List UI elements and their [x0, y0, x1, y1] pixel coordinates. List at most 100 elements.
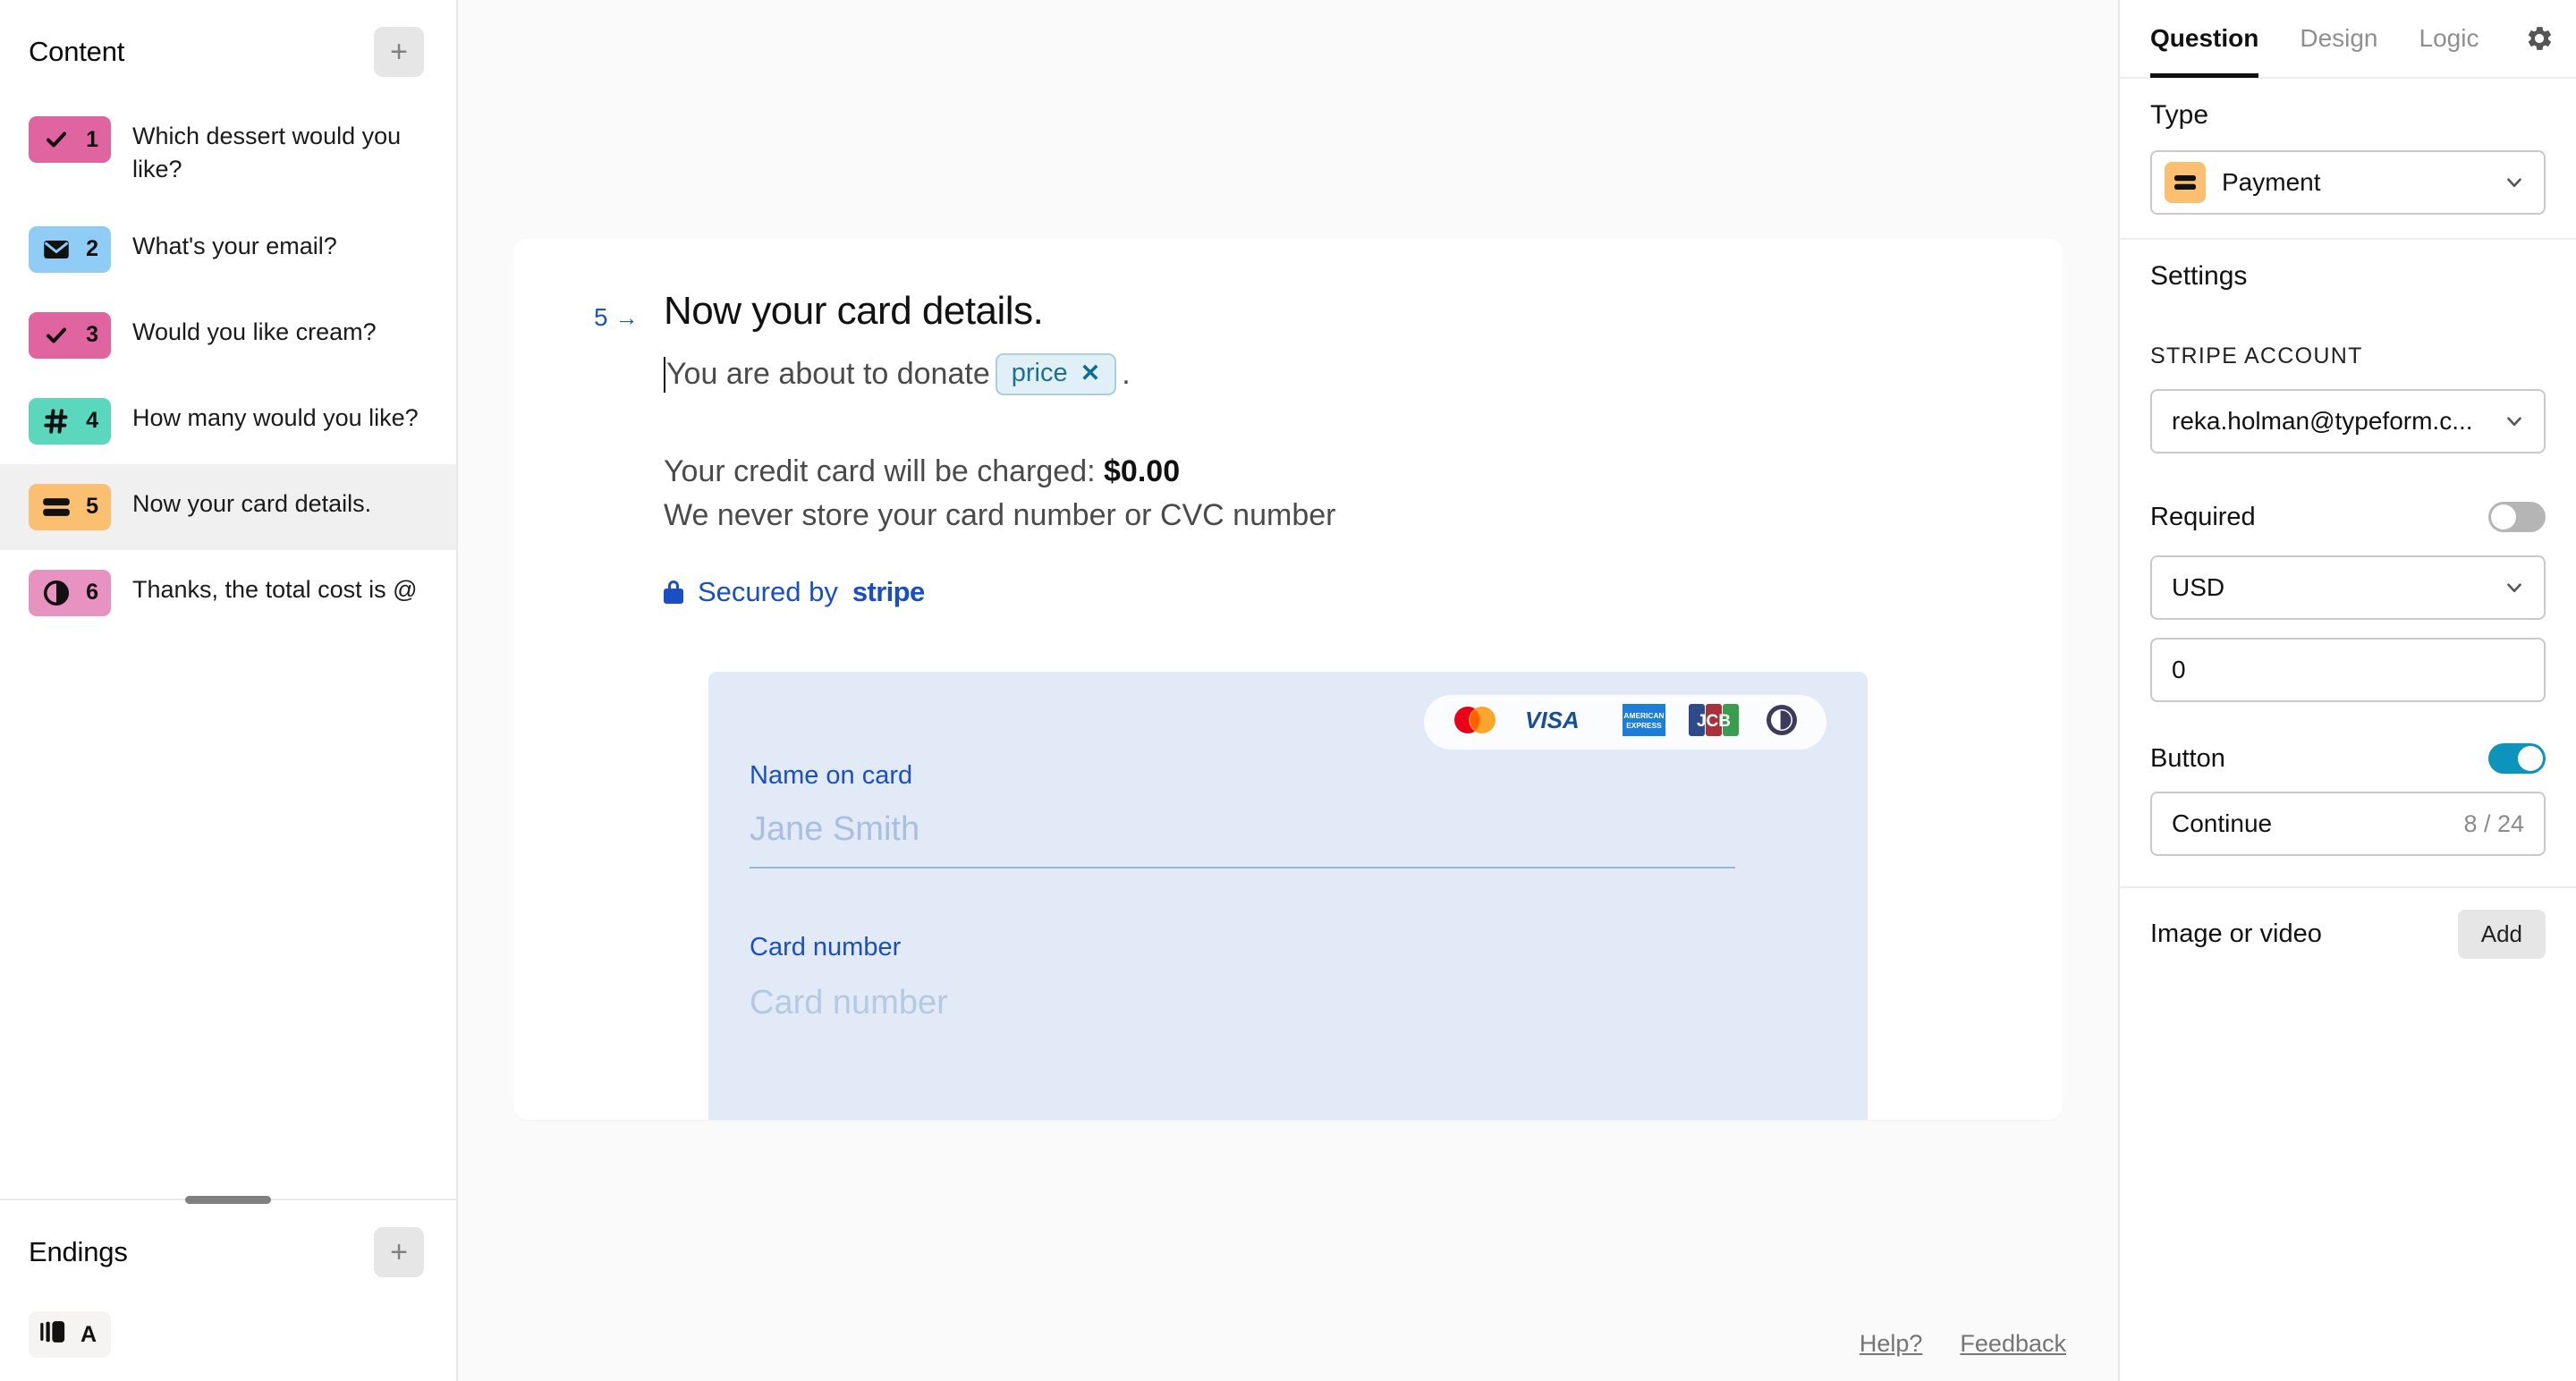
content-title: Content [29, 36, 125, 67]
stripe-payment-form: VISA AMERICAN EXPRESS JCB Name on card Ja… [708, 672, 1868, 1120]
question-badge: 1 [29, 116, 111, 163]
question-number: 2 [86, 236, 98, 261]
question-number: 3 [86, 322, 98, 347]
amount-input[interactable]: 0 [2150, 638, 2546, 702]
resize-handle[interactable] [185, 1196, 271, 1204]
secured-by-stripe: Secured by stripe [664, 576, 2063, 608]
button-text-input[interactable]: Continue 8 / 24 [2150, 792, 2546, 856]
add-ending-button[interactable]: + [374, 1227, 424, 1277]
left-sidebar: Content + 1 Which dessert would you like… [0, 0, 458, 1381]
question-number: 1 [86, 126, 98, 152]
stripe-logo: stripe [852, 576, 925, 607]
required-toggle[interactable] [2488, 502, 2546, 532]
question-type-value: Payment [2222, 168, 2321, 196]
image-or-video-row: Image or video Add [2120, 901, 2576, 967]
card-number-label: Card number [750, 933, 902, 962]
question-item-4[interactable]: 4 How many would you like? [0, 378, 456, 464]
button-text-value: Continue [2172, 809, 2273, 837]
mastercard-logo [1449, 704, 1501, 741]
question-label: How many would you like? [132, 403, 419, 431]
question-item-1[interactable]: 1 Which dessert would you like? [0, 97, 456, 207]
settings-section: Settings [2120, 240, 2576, 311]
question-badge: 4 [29, 397, 111, 445]
question-label: What's your email? [132, 232, 337, 259]
canvas-footer: Help? Feedback [1860, 1330, 2066, 1358]
type-section: Type Payment [2120, 79, 2576, 215]
stripe-account-value: reka.holman@typeform.c... [2172, 407, 2473, 435]
form-preview-canvas: 5 → Now your card details. You are about… [458, 0, 2118, 1381]
stripe-account-select[interactable]: reka.holman@typeform.c... [2150, 389, 2546, 453]
svg-text:VISA: VISA [1525, 707, 1580, 733]
tab-logic[interactable]: Logic [2419, 1, 2479, 76]
question-label: Would you like cream? [132, 318, 377, 345]
ending-label: A [80, 1321, 97, 1347]
help-link[interactable]: Help? [1860, 1330, 1923, 1358]
question-label: Which dessert would you like? [132, 123, 402, 183]
settings-heading: Settings [2150, 261, 2248, 291]
type-heading: Type [2150, 100, 2209, 130]
charge-line: Your credit card will be charged: $0.00 [664, 454, 2063, 489]
panel-tabs: Question Design Logic [2120, 0, 2576, 79]
name-on-card-input[interactable]: Jane Smith [750, 810, 1735, 868]
accepted-cards-row: VISA AMERICAN EXPRESS JCB [1424, 695, 1826, 750]
section-divider-2 [2120, 886, 2576, 888]
plus-icon: + [390, 1235, 408, 1269]
hash-icon [39, 408, 73, 434]
close-icon[interactable]: ✕ [1080, 360, 1101, 387]
button-label: Button [2150, 743, 2225, 773]
gear-icon[interactable] [2524, 23, 2555, 54]
question-item-5[interactable]: 5 Now your card details. [0, 463, 456, 550]
tab-design[interactable]: Design [2300, 1, 2377, 76]
tab-question[interactable]: Question [2150, 1, 2259, 78]
stripe-account-heading: STRIPE ACCOUNT [2150, 343, 2363, 369]
question-title[interactable]: Now your card details. [664, 289, 1044, 334]
question-badge: 5 [29, 483, 111, 530]
charge-amount: $0.00 [1104, 454, 1181, 488]
image-or-video-label: Image or video [2150, 919, 2322, 948]
question-item-6[interactable]: 6 Thanks, the total cost is @ [0, 550, 456, 636]
question-index: 5 → [594, 289, 664, 332]
svg-text:AMERICAN: AMERICAN [1623, 711, 1664, 720]
question-item-2[interactable]: 2 What's your email? [0, 207, 456, 292]
recall-variable-pill[interactable]: price ✕ [995, 353, 1117, 395]
ending-item-a[interactable]: A [0, 1297, 456, 1372]
question-label: Now your card details. [132, 489, 372, 517]
question-badge: 2 [29, 225, 111, 273]
currency-value: USD [2172, 573, 2225, 601]
charge-label: Your credit card will be charged: [664, 454, 1096, 488]
secured-prefix: Secured by [698, 576, 838, 607]
stripe-account-section: STRIPE ACCOUNT reka.holman@typeform.c... [2120, 311, 2576, 453]
description-suffix: . [1122, 357, 1131, 391]
endings-section: Endings + A [0, 1200, 456, 1381]
diners-club-logo [1762, 704, 1801, 741]
question-type-select[interactable]: Payment [2150, 150, 2546, 215]
svg-text:EXPRESS: EXPRESS [1626, 721, 1662, 730]
chevron-down-icon [2503, 410, 2526, 433]
card-number-input[interactable]: Card number [750, 984, 1826, 1022]
button-toggle[interactable] [2488, 743, 2546, 774]
half-circle-icon [39, 580, 73, 606]
currency-select[interactable]: USD [2150, 555, 2546, 620]
question-badge: 3 [29, 311, 111, 359]
add-content-button[interactable]: + [374, 27, 424, 77]
ending-badge: A [29, 1311, 111, 1358]
question-number: 4 [86, 408, 98, 433]
lock-icon [664, 580, 683, 604]
credit-card-icon [39, 496, 73, 518]
add-media-button[interactable]: Add [2457, 909, 2546, 959]
question-description[interactable]: You are about to donate price ✕ . [664, 353, 2063, 395]
name-on-card-label: Name on card [750, 761, 913, 790]
currency-section: USD [2120, 550, 2576, 620]
jcb-logo: JCB [1689, 704, 1739, 741]
feedback-link[interactable]: Feedback [1960, 1330, 2066, 1358]
text-caret [664, 356, 665, 393]
question-item-3[interactable]: 3 Would you like cream? [0, 292, 456, 378]
chevron-down-icon [2503, 576, 2526, 599]
question-number: 5 [86, 494, 98, 519]
endings-panel-header: Endings + [0, 1200, 456, 1297]
question-number: 6 [86, 580, 98, 605]
arrow-right-icon: → [614, 303, 639, 331]
question-list: 1 Which dessert would you like? 2 What's… [0, 97, 456, 636]
required-label: Required [2150, 502, 2256, 531]
